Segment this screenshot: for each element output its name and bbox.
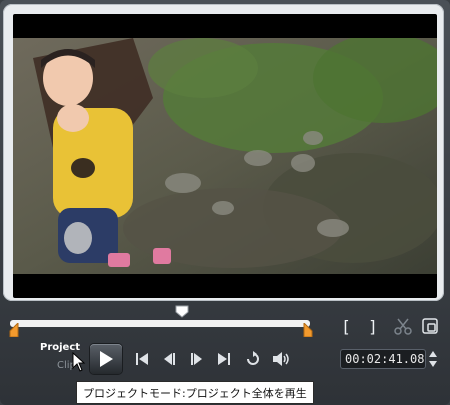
trim-in-marker[interactable] bbox=[9, 323, 19, 337]
preview-screen bbox=[13, 14, 437, 298]
go-to-end-icon bbox=[218, 353, 230, 365]
split-clip-button[interactable] bbox=[392, 315, 414, 337]
previous-frame-icon bbox=[164, 353, 175, 365]
previous-frame-button[interactable] bbox=[158, 348, 180, 370]
scrubber[interactable] bbox=[9, 305, 315, 337]
trim-out-marker[interactable] bbox=[303, 323, 313, 337]
enlarge-preview-button[interactable] bbox=[419, 315, 441, 337]
volume-button[interactable] bbox=[270, 348, 292, 370]
go-to-start-icon bbox=[136, 353, 148, 365]
split-clip-icon bbox=[394, 318, 412, 335]
playhead-marker[interactable] bbox=[175, 305, 189, 318]
timecode-spinner[interactable] bbox=[427, 348, 439, 370]
repeat-button[interactable] bbox=[242, 348, 264, 370]
timecode-up-icon[interactable] bbox=[429, 351, 437, 357]
next-frame-button[interactable] bbox=[186, 348, 208, 370]
tooltip: プロジェクトモード:プロジェクト全体を再生 bbox=[76, 381, 314, 404]
repeat-icon bbox=[247, 351, 259, 365]
player-panel: [ ] Project Clip 00:02:41.08 プロジェクトモード:プ… bbox=[0, 0, 450, 405]
mark-out-button[interactable]: ] bbox=[362, 315, 384, 337]
volume-icon bbox=[273, 352, 289, 366]
enlarge-preview-icon bbox=[422, 318, 438, 334]
timecode-down-icon[interactable] bbox=[429, 361, 437, 367]
go-to-start-button[interactable] bbox=[131, 348, 153, 370]
preview-frame bbox=[3, 4, 444, 301]
play-icon bbox=[100, 351, 113, 367]
mark-in-button[interactable]: [ bbox=[335, 315, 357, 337]
timecode-display[interactable]: 00:02:41.08 bbox=[340, 349, 426, 369]
video-frame bbox=[13, 38, 437, 274]
go-to-end-button[interactable] bbox=[213, 348, 235, 370]
next-frame-icon bbox=[191, 353, 202, 365]
mouse-pointer-icon bbox=[72, 352, 86, 372]
play-button[interactable] bbox=[90, 344, 122, 374]
scrubber-track[interactable] bbox=[10, 320, 310, 327]
